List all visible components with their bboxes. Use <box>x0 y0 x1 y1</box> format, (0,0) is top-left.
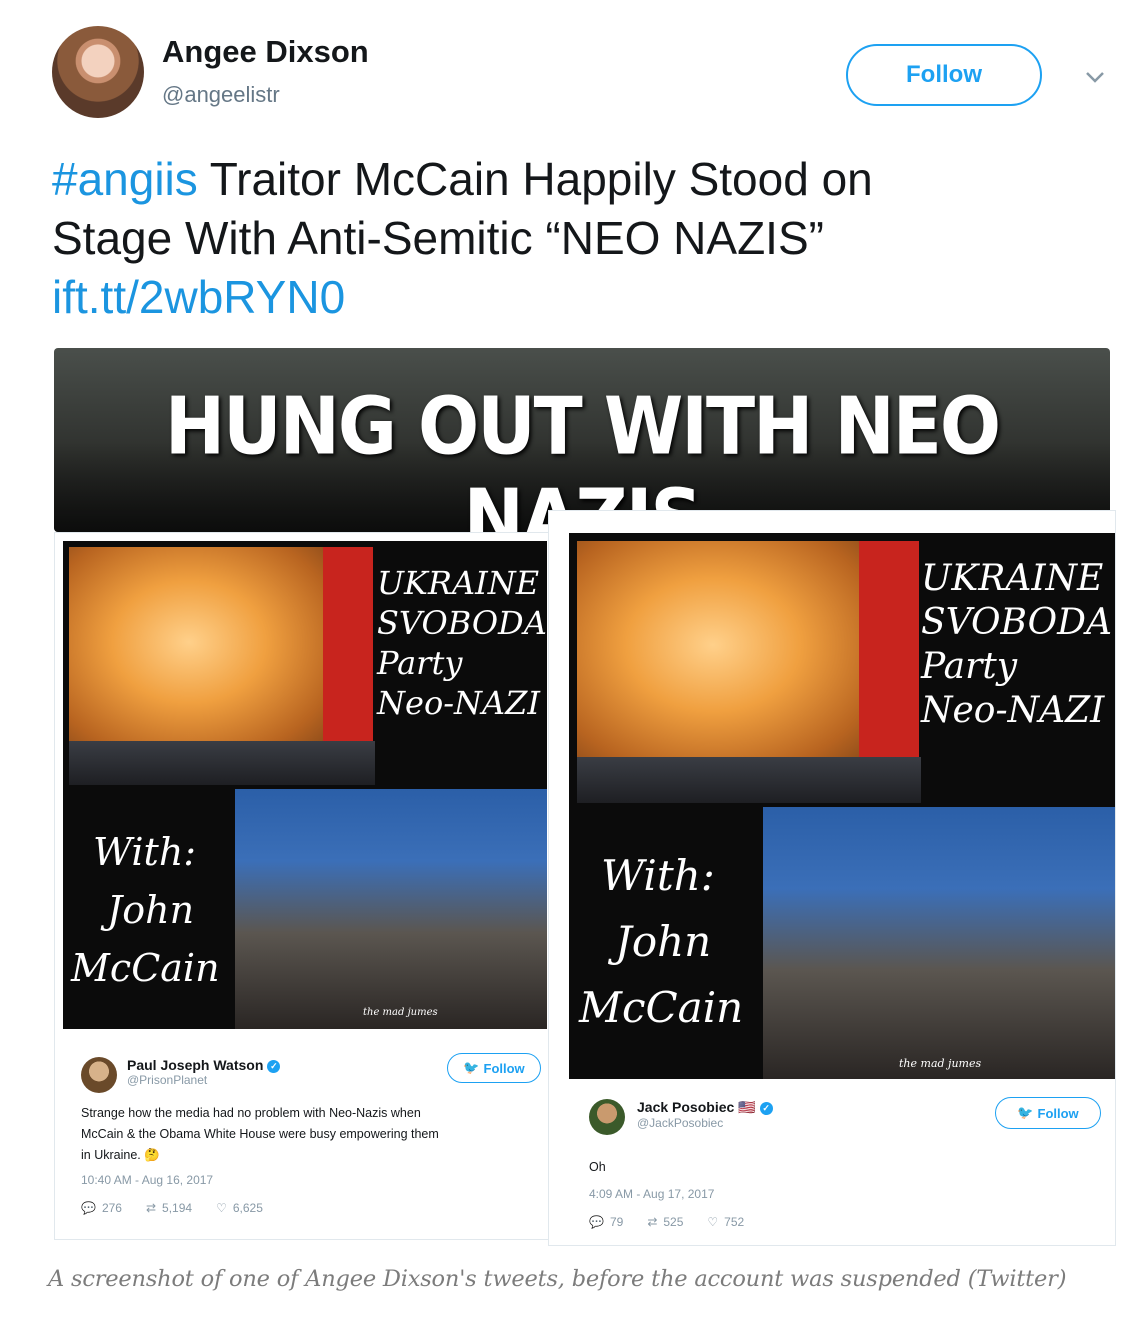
meme-mccain: McCain <box>71 946 220 990</box>
embedded-tweet-left[interactable]: UKRAINE SVOBODA Party Neo-NAZI With: Joh… <box>54 532 554 1240</box>
verified-icon: ✓ <box>267 1059 281 1073</box>
meme-watermark: the mad jumes <box>899 1057 982 1070</box>
embedded-avatar[interactable] <box>589 1099 625 1135</box>
embedded-author-handle[interactable]: @JackPosobiec <box>637 1116 773 1130</box>
reply-count: 276 <box>101 1201 122 1215</box>
meme-line-1: UKRAINE <box>377 564 540 602</box>
tweet-text: #angiis Traitor McCain Happily Stood on … <box>52 150 1092 327</box>
meme-mccain: McCain <box>579 983 744 1032</box>
embedded-text-line1: Strange how the media had no problem wit… <box>81 1106 421 1120</box>
meme-line-4: Neo-NAZI <box>921 690 1105 731</box>
meme-line-2: SVOBODA <box>921 602 1113 643</box>
meme-line-3: Party <box>377 644 463 682</box>
hashtag-link[interactable]: #angiis <box>52 153 198 205</box>
meme-with: With: <box>93 830 197 874</box>
meme-line-1: UKRAINE <box>921 558 1104 599</box>
embedded-text-line2: McCain & the Obama White House were busy… <box>81 1127 439 1141</box>
media-banner[interactable]: HUNG OUT WITH NEO NAZIS <box>54 348 1110 532</box>
reply-stat[interactable]: 💬 276 <box>81 1201 122 1215</box>
meme-john: John <box>107 888 195 932</box>
tweet-text-line2: Stage With Anti-Semitic “NEO NAZIS” <box>52 212 824 264</box>
meme-line-3: Party <box>921 646 1018 687</box>
embedded-author-handle[interactable]: @PrisonPlanet <box>127 1073 280 1087</box>
author-avatar[interactable] <box>52 26 144 118</box>
reply-stat[interactable]: 💬 79 <box>589 1215 623 1229</box>
follow-button[interactable]: Follow <box>846 44 1042 106</box>
embedded-text: Oh <box>589 1160 606 1174</box>
heart-icon: ♡ <box>707 1215 719 1229</box>
embedded-text-line3: in Ukraine. 🤔 <box>81 1148 160 1162</box>
verified-icon: ✓ <box>759 1101 773 1115</box>
reply-count: 79 <box>609 1215 624 1229</box>
reply-icon: 💬 <box>81 1201 96 1215</box>
meme-image-left: UKRAINE SVOBODA Party Neo-NAZI With: Joh… <box>63 541 547 1029</box>
embedded-follow-button[interactable]: 🐦 Follow <box>447 1053 541 1083</box>
meme-image-right: UKRAINE SVOBODA Party Neo-NAZI With: Joh… <box>569 533 1115 1079</box>
like-count: 752 <box>724 1215 745 1229</box>
embedded-follow-label: Follow <box>483 1060 525 1076</box>
bird-icon: 🐦 <box>1017 1105 1034 1120</box>
meme-watermark: the mad jumes <box>363 1007 438 1018</box>
heart-icon: ♡ <box>216 1201 227 1215</box>
image-caption: A screenshot of one of Angee Dixson's tw… <box>48 1266 1067 1292</box>
tweet-text-line1: Traitor McCain Happily Stood on <box>197 153 873 205</box>
meme-with: With: <box>601 851 715 900</box>
embedded-author-name[interactable]: Jack Posobiec <box>637 1099 734 1115</box>
author-handle[interactable]: @angeelistr <box>162 82 280 108</box>
retweet-icon: ⇄ <box>647 1215 658 1229</box>
tweet-link[interactable]: ift.tt/2wbRYN0 <box>52 271 345 323</box>
bird-icon: 🐦 <box>463 1060 480 1075</box>
like-count: 6,625 <box>232 1201 263 1215</box>
chevron-down-icon[interactable] <box>1080 62 1110 92</box>
like-stat[interactable]: ♡ 6,625 <box>216 1201 263 1215</box>
retweet-icon: ⇄ <box>145 1201 157 1215</box>
retweet-count: 525 <box>663 1215 684 1229</box>
us-flag-icon: 🇺🇸 <box>738 1099 756 1115</box>
embedded-timestamp[interactable]: 10:40 AM - Aug 16, 2017 <box>81 1173 213 1187</box>
retweet-stat[interactable]: ⇄ 5,194 <box>146 1201 192 1215</box>
reply-icon: 💬 <box>589 1215 604 1229</box>
like-stat[interactable]: ♡ 752 <box>707 1215 744 1229</box>
meme-line-4: Neo-NAZI <box>377 684 540 722</box>
retweet-stat[interactable]: ⇄ 525 <box>647 1215 683 1229</box>
embedded-follow-label: Follow <box>1037 1105 1079 1121</box>
embedded-tweet-right[interactable]: UKRAINE SVOBODA Party Neo-NAZI With: Joh… <box>548 510 1116 1246</box>
embedded-follow-button[interactable]: 🐦 Follow <box>995 1097 1101 1129</box>
meme-john: John <box>615 917 712 966</box>
embedded-timestamp[interactable]: 4:09 AM - Aug 17, 2017 <box>589 1187 714 1201</box>
embedded-avatar[interactable] <box>81 1057 117 1093</box>
meme-line-2: SVOBODA <box>377 604 547 642</box>
retweet-count: 5,194 <box>162 1201 193 1215</box>
embedded-author-name[interactable]: Paul Joseph Watson <box>127 1057 263 1073</box>
author-name[interactable]: Angee Dixson <box>162 34 369 70</box>
